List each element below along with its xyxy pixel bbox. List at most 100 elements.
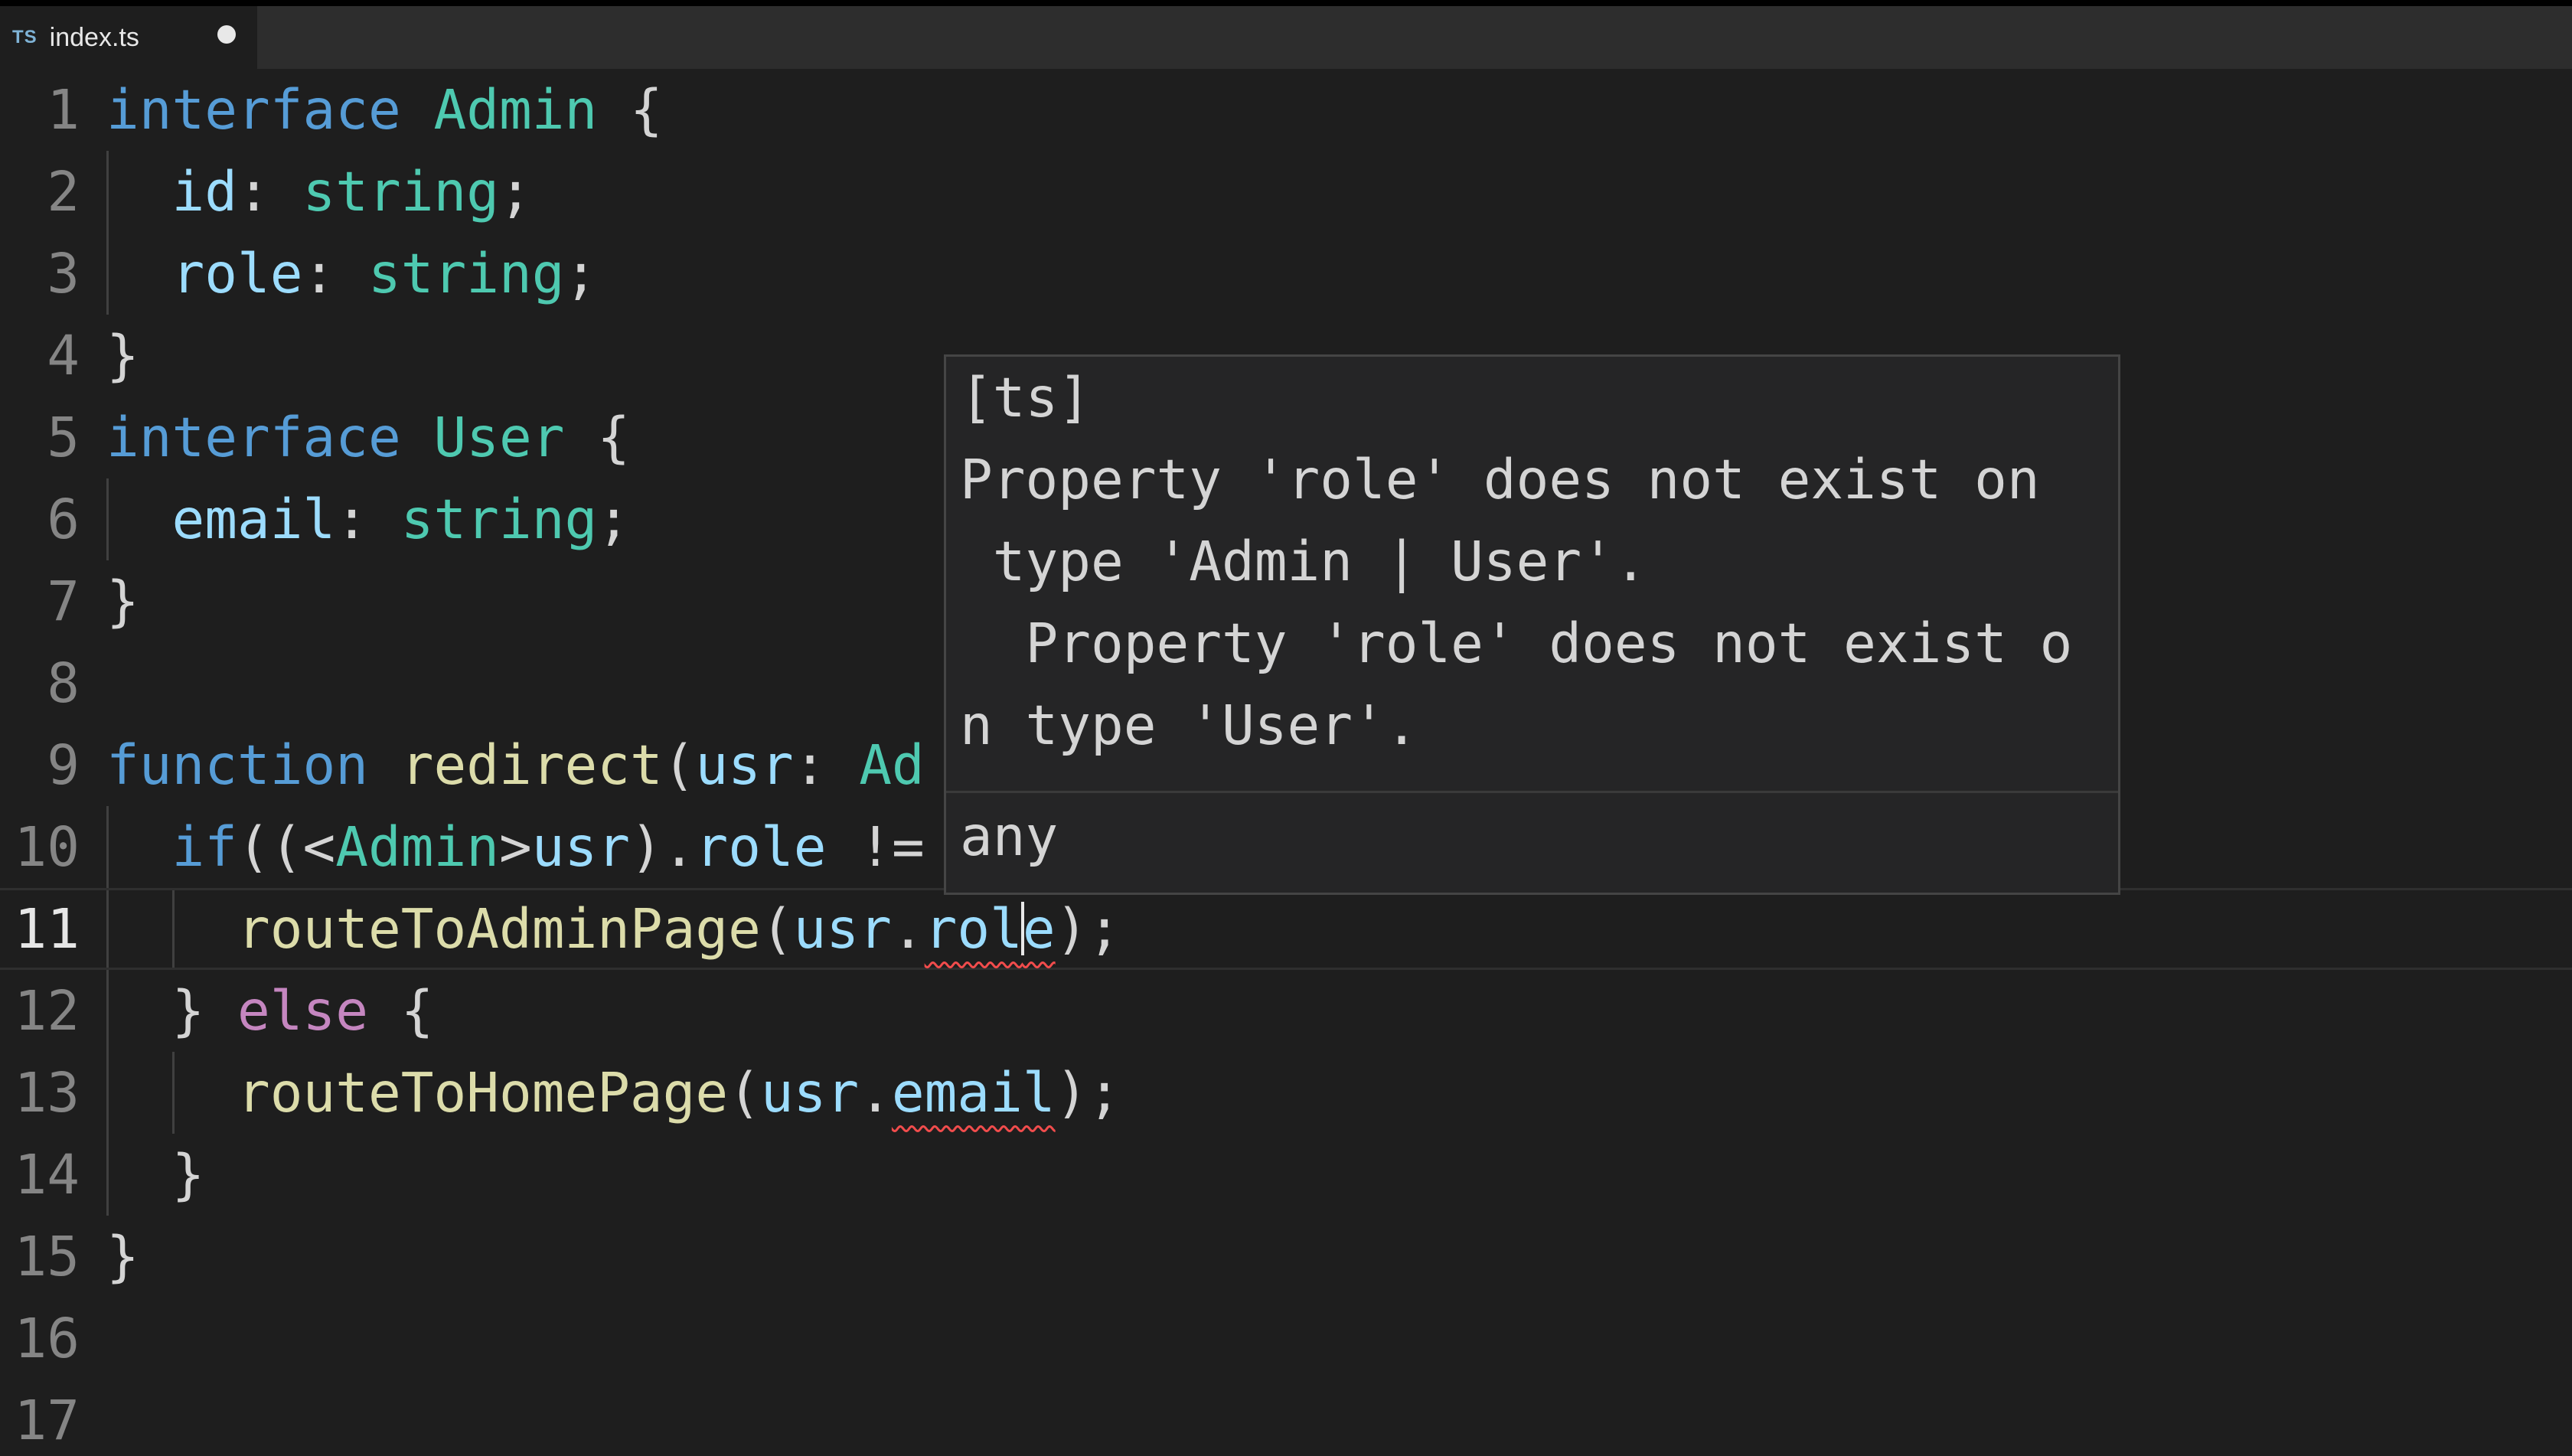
code-token: }: [106, 979, 237, 1043]
unsaved-dot-icon[interactable]: [217, 25, 236, 44]
code-token: Admin: [335, 815, 499, 879]
error-token: rol: [924, 897, 1023, 961]
code-token: .: [859, 1061, 892, 1125]
code-token: :: [793, 733, 860, 797]
line-number: 17: [14, 1389, 80, 1452]
hover-message-line: Property 'role' does not exist on: [960, 448, 2040, 511]
line-number: 1: [47, 78, 80, 142]
code-text: routeToHomePage(usr.email);: [106, 1052, 1121, 1134]
code-token: usr: [695, 733, 794, 797]
code-token: :: [335, 488, 401, 551]
line-number: 3: [47, 242, 80, 305]
code-token: ;: [498, 160, 532, 224]
tab-filename: index.ts: [49, 22, 139, 52]
code-token: interface: [106, 406, 401, 469]
tab-index-ts[interactable]: TS index.ts: [0, 6, 257, 69]
hover-message-line: Property 'role' does not exist o: [960, 612, 2073, 675]
code-token: redirect: [400, 733, 663, 797]
code-line[interactable]: 12 } else {: [0, 970, 2572, 1052]
code-token: (: [728, 1061, 761, 1125]
code-line[interactable]: 11 routeToAdminPage(usr.role);: [0, 888, 2572, 970]
code-token: usr: [531, 815, 630, 879]
hover-message-line: type 'Admin | User'.: [960, 530, 1647, 593]
line-number: 5: [47, 406, 80, 469]
code-token: function: [106, 733, 368, 797]
code-text: if((<Admin>usr).role !=: [106, 806, 925, 888]
hover-message-line: [ts]: [960, 366, 1091, 429]
tab-bar: TS index.ts: [0, 0, 2572, 69]
hover-message-line: n type 'User'.: [960, 694, 1418, 757]
code-line[interactable]: 1 interface Admin {: [0, 69, 2572, 151]
code-token: ).: [629, 815, 696, 879]
code-token: role: [695, 815, 827, 879]
code-token: {: [597, 78, 663, 142]
code-token: {: [367, 979, 434, 1043]
code-token: (: [662, 733, 696, 797]
code-token: }: [106, 570, 139, 633]
code-text: routeToAdminPage(usr.role);: [106, 890, 1121, 968]
code-text: function redirect(usr: Ad: [106, 724, 925, 806]
code-token: (: [760, 897, 794, 961]
code-line[interactable]: 14 }: [0, 1134, 2572, 1216]
line-number: 7: [47, 570, 80, 633]
code-token: email: [171, 488, 336, 551]
hover-error-message: [ts] Property 'role' does not exist on ty…: [960, 357, 2108, 766]
code-line[interactable]: 16: [0, 1298, 2572, 1379]
hover-type-info: any: [960, 805, 1059, 868]
line-number: 11: [14, 897, 80, 961]
code-token: >: [498, 815, 532, 879]
line-number: 12: [14, 979, 80, 1043]
error-token: email: [891, 1061, 1056, 1125]
code-token: :: [302, 242, 368, 305]
code-line[interactable]: 15}: [0, 1216, 2572, 1298]
code-token: usr: [793, 897, 892, 961]
code-line[interactable]: 3 role: string;: [0, 233, 2572, 315]
code-text: interface User {: [106, 397, 630, 478]
line-number: 8: [47, 651, 80, 715]
line-number: 4: [47, 324, 80, 387]
code-line[interactable]: 13 routeToHomePage(usr.email);: [0, 1052, 2572, 1134]
code-token: !=: [826, 815, 925, 879]
code-token: }: [106, 324, 139, 387]
line-number: 15: [14, 1225, 80, 1288]
code-text: } else {: [106, 970, 433, 1052]
code-token: Ad: [859, 733, 925, 797]
code-token: id: [171, 160, 238, 224]
typescript-file-icon: TS: [12, 27, 38, 47]
code-token: string: [400, 488, 598, 551]
code-token: .: [891, 897, 925, 961]
code-text: }: [106, 1216, 139, 1298]
code-token: User: [433, 406, 565, 469]
code-token: interface: [106, 78, 401, 142]
code-text: interface Admin {: [106, 69, 663, 151]
code-token: else: [237, 979, 368, 1043]
code-token: ((<: [237, 815, 336, 879]
code-token: Admin: [433, 78, 598, 142]
code-token: if: [171, 815, 238, 879]
code-token: );: [1055, 897, 1121, 961]
code-token: ;: [597, 488, 630, 551]
code-token: role: [171, 242, 303, 305]
code-text: }: [106, 315, 139, 397]
code-token: routeToAdminPage: [237, 897, 761, 961]
line-number: 10: [14, 815, 80, 879]
code-token: :: [237, 160, 303, 224]
code-token: {: [564, 406, 630, 469]
code-token: routeToHomePage: [237, 1061, 729, 1125]
code-text: }: [106, 560, 139, 642]
hover-divider: [946, 791, 2118, 793]
code-line[interactable]: 2 id: string;: [0, 151, 2572, 233]
line-number: 13: [14, 1061, 80, 1125]
line-number: 2: [47, 160, 80, 224]
code-token: }: [106, 1225, 139, 1288]
code-text: id: string;: [106, 151, 532, 233]
code-line[interactable]: 17: [0, 1379, 2572, 1456]
